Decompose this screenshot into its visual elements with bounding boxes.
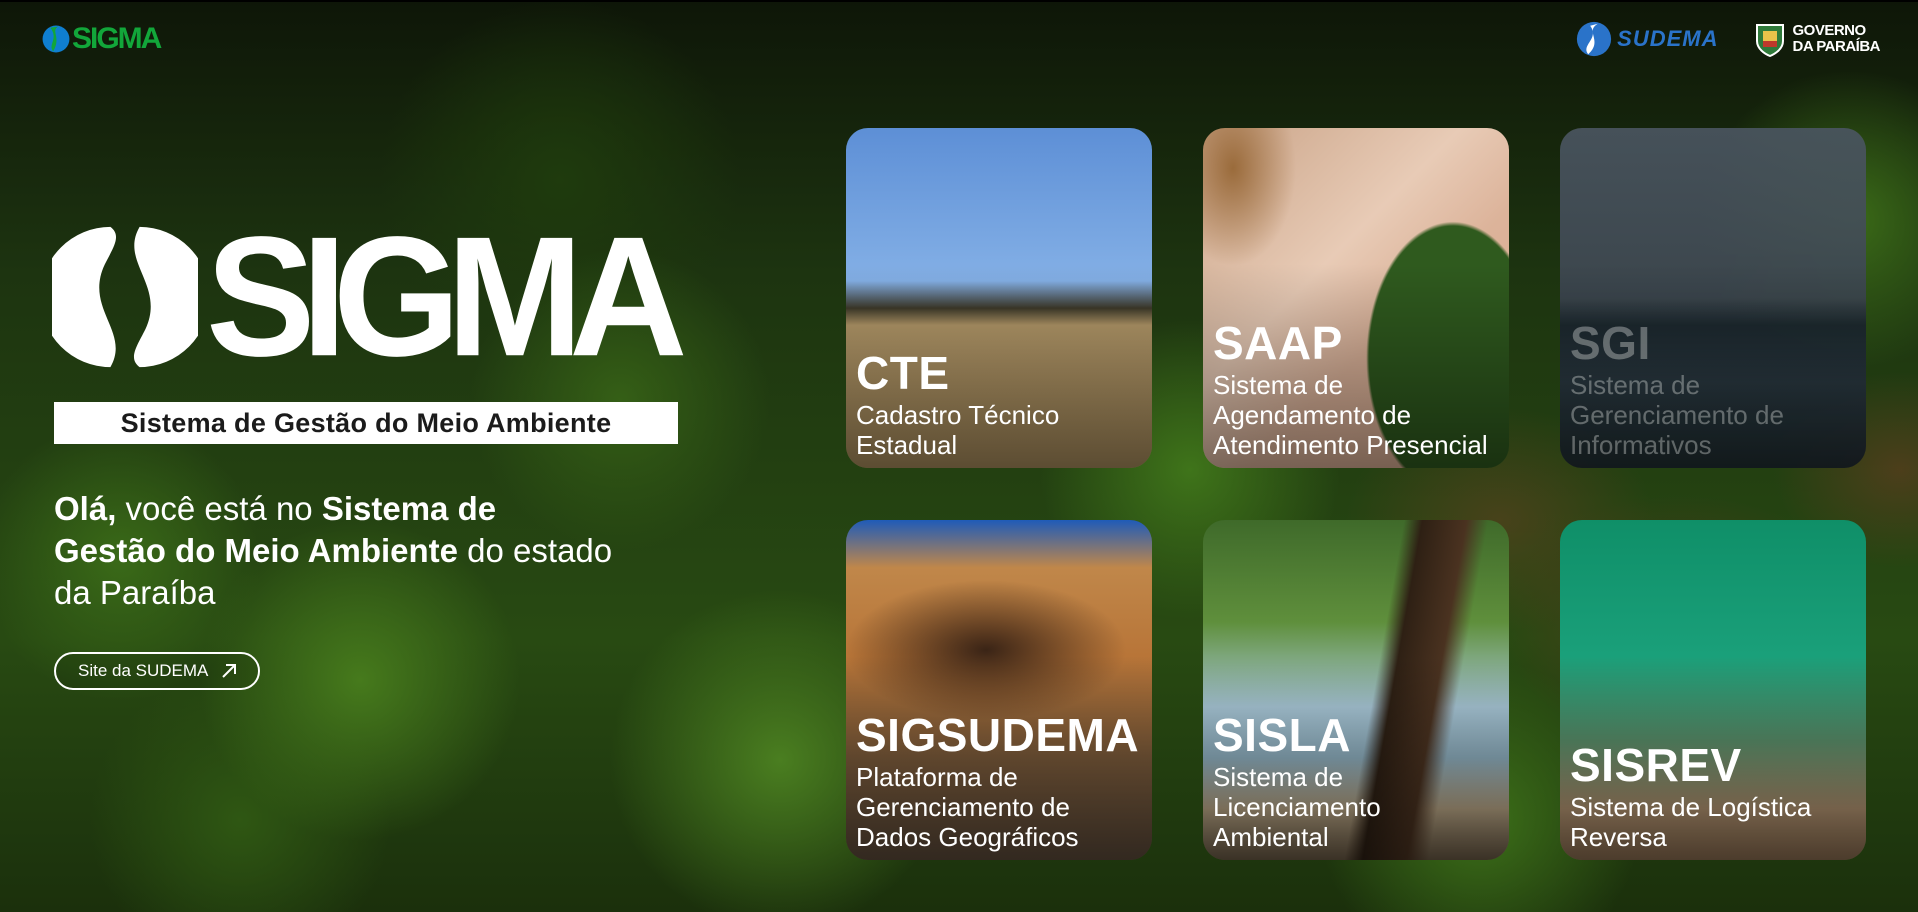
tagline-text: Sistema de Gestão do Meio Ambiente bbox=[120, 407, 612, 438]
card-text: SISLA Sistema de Licenciamento Ambiental bbox=[1213, 712, 1501, 852]
sudema-emblem-icon bbox=[1577, 21, 1612, 57]
governo-text: GOVERNO DA PARAÍBA bbox=[1793, 23, 1881, 55]
card-title: SAAP bbox=[1213, 317, 1343, 369]
header-logo[interactable]: SIGMA bbox=[42, 22, 162, 55]
sigma-mark-icon bbox=[42, 25, 70, 53]
card-description: Sistema de Logística Reversa bbox=[1570, 792, 1812, 852]
governo-paraiba-logo[interactable]: GOVERNO DA PARAÍBA bbox=[1753, 21, 1881, 57]
card-title: CTE bbox=[856, 347, 950, 399]
card-text: SGI Sistema de Gerenciamento de Informat… bbox=[1570, 320, 1858, 460]
card-description: Cadastro Técnico Estadual bbox=[856, 400, 1060, 460]
site-sudema-button[interactable]: Site da SUDEMA bbox=[54, 652, 261, 690]
header-brand-text: SIGMA bbox=[72, 22, 162, 55]
card-description: Sistema de Gerenciamento de Informativos bbox=[1570, 370, 1784, 460]
card-text: CTE Cadastro Técnico Estadual bbox=[856, 350, 1144, 460]
sudema-logo[interactable]: SUDEMA bbox=[1575, 20, 1718, 58]
state-coat-of-arms-icon bbox=[1755, 24, 1784, 57]
welcome-greeting: Olá, bbox=[54, 490, 117, 527]
hero-logo-text: SIGMA bbox=[206, 201, 688, 392]
card-sisrev[interactable]: SISREV Sistema de Logística Reversa bbox=[1560, 520, 1866, 860]
card-description: Sistema de Licenciamento Ambiental bbox=[1213, 762, 1381, 852]
sigma-s-mark-icon bbox=[52, 226, 198, 368]
tagline-banner: Sistema de Gestão do Meio Ambiente bbox=[54, 402, 678, 444]
governo-line2: DA PARAÍBA bbox=[1792, 38, 1881, 55]
card-sgi[interactable]: SGI Sistema de Gerenciamento de Informat… bbox=[1560, 128, 1866, 468]
card-title: SGI bbox=[1570, 317, 1651, 369]
top-border bbox=[0, 0, 1918, 2]
external-link-arrow-icon bbox=[222, 664, 237, 678]
card-sigsudema[interactable]: SIGSUDEMA Plataforma de Gerenciamento de… bbox=[846, 520, 1152, 860]
card-title: SIGSUDEMA bbox=[856, 709, 1140, 761]
sudema-logo-text: SUDEMA bbox=[1617, 26, 1719, 51]
card-cte[interactable]: CTE Cadastro Técnico Estadual bbox=[846, 128, 1152, 468]
card-description: Sistema de Agendamento de Atendimento Pr… bbox=[1213, 370, 1488, 460]
card-text: SAAP Sistema de Agendamento de Atendimen… bbox=[1213, 320, 1501, 460]
hero-logo: SIGMA bbox=[52, 201, 688, 392]
card-description: Plataforma de Gerenciamento de Dados Geo… bbox=[856, 762, 1079, 852]
card-title: SISLA bbox=[1213, 709, 1351, 761]
card-text: SISREV Sistema de Logística Reversa bbox=[1570, 742, 1858, 852]
site-sudema-label: Site da SUDEMA bbox=[78, 661, 209, 680]
card-text: SIGSUDEMA Plataforma de Gerenciamento de… bbox=[856, 712, 1144, 852]
partner-logos: SUDEMA GOVERNO DA PARAÍBA bbox=[1575, 20, 1880, 58]
card-title: SISREV bbox=[1570, 739, 1742, 791]
card-saap[interactable]: SAAP Sistema de Agendamento de Atendimen… bbox=[1203, 128, 1509, 468]
welcome-text-1: você está no bbox=[116, 490, 322, 527]
welcome-message: Olá, você está no Sistema de Gestão do M… bbox=[54, 488, 614, 614]
governo-line1: GOVERNO bbox=[1792, 22, 1867, 39]
card-sisla[interactable]: SISLA Sistema de Licenciamento Ambiental bbox=[1203, 520, 1509, 860]
